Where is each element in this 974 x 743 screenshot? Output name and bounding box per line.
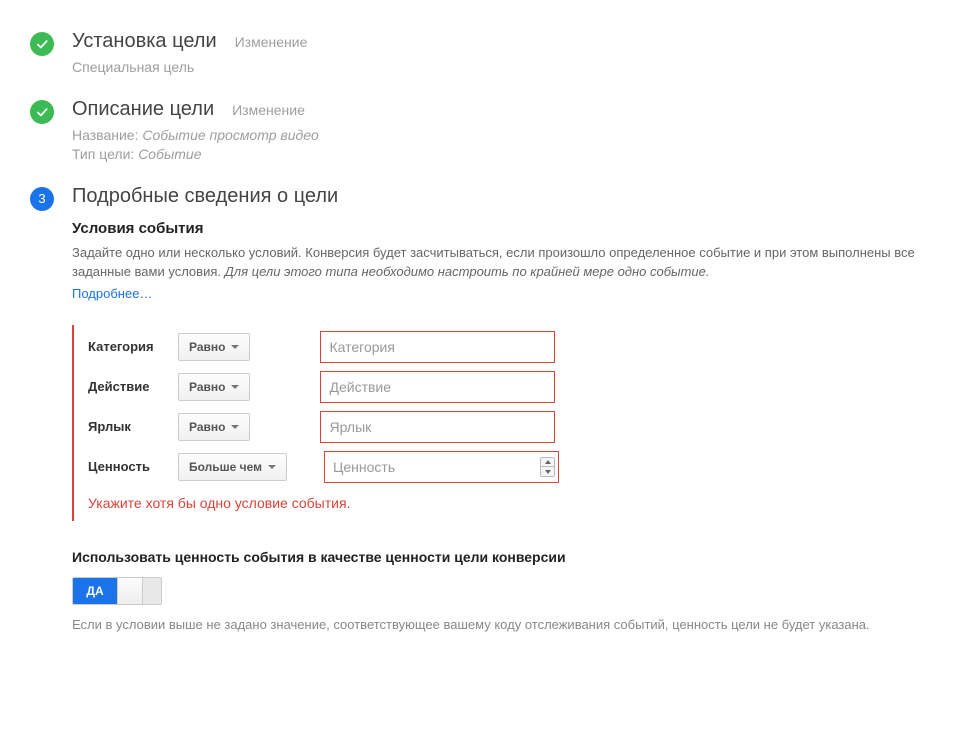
value-section-heading: Использовать ценность события в качестве…: [72, 549, 944, 565]
name-label: Название:: [72, 127, 138, 143]
step-setup-content: Установка цели Изменение Специальная цел…: [72, 30, 944, 78]
condition-row-action: Действие Равно: [88, 371, 944, 403]
name-value: Событие просмотр видео: [142, 127, 318, 143]
action-input[interactable]: [320, 371, 555, 403]
condition-row-tag: Ярлык Равно: [88, 411, 944, 443]
step-header: Описание цели Изменение: [72, 98, 944, 121]
operator-dropdown[interactable]: Больше чем: [178, 453, 287, 481]
dropdown-value: Равно: [189, 420, 225, 434]
step-title: Описание цели: [72, 98, 214, 121]
step-details: 3 Подробные сведения о цели Условия собы…: [30, 185, 944, 635]
spinner-up[interactable]: [541, 458, 554, 468]
step-indicator-done: [30, 100, 54, 124]
toggle-on-label: ДА: [73, 578, 117, 604]
step-subtitle: Специальная цель: [72, 58, 944, 78]
conditions-description: Задайте одно или несколько условий. Конв…: [72, 243, 944, 282]
step-indicator-done: [30, 32, 54, 56]
step-number: 3: [38, 191, 45, 206]
category-input[interactable]: [320, 331, 555, 363]
dropdown-value: Больше чем: [189, 460, 262, 474]
step-title: Подробные сведения о цели: [72, 185, 338, 208]
checkmark-icon: [35, 105, 49, 119]
conditions-heading: Условия события: [72, 220, 944, 237]
chevron-down-icon: [545, 470, 551, 474]
type-value: Событие: [138, 146, 201, 162]
chevron-down-icon: [268, 465, 276, 469]
error-message: Укажите хотя бы одно условие события.: [88, 495, 944, 511]
checkmark-icon: [35, 37, 49, 51]
chevron-down-icon: [231, 385, 239, 389]
condition-row-value: Ценность Больше чем: [88, 451, 944, 483]
chevron-down-icon: [231, 345, 239, 349]
dropdown-value: Равно: [189, 340, 225, 354]
condition-label: Категория: [88, 339, 178, 354]
step-setup: Установка цели Изменение Специальная цел…: [30, 30, 944, 78]
conditions-block: Категория Равно Действие Равно Ярлык Ра: [72, 325, 944, 521]
toggle-knob: [117, 578, 143, 604]
use-value-toggle[interactable]: ДА: [72, 577, 162, 605]
toggle-off: [143, 578, 161, 604]
chevron-down-icon: [231, 425, 239, 429]
desc-italic: Для цели этого типа необходимо настроить…: [225, 264, 710, 279]
step-description: Описание цели Изменение Название: Событи…: [30, 98, 944, 165]
condition-label: Ярлык: [88, 419, 178, 434]
condition-label: Действие: [88, 379, 178, 394]
operator-dropdown[interactable]: Равно: [178, 333, 250, 361]
learn-more-link[interactable]: Подробнее…: [72, 286, 152, 301]
step-indicator-active: 3: [30, 187, 54, 211]
condition-row-category: Категория Равно: [88, 331, 944, 363]
step-header: Подробные сведения о цели: [72, 185, 944, 208]
operator-dropdown[interactable]: Равно: [178, 373, 250, 401]
value-input-wrap: [287, 451, 559, 483]
tag-input[interactable]: [320, 411, 555, 443]
step-title: Установка цели: [72, 30, 217, 53]
chevron-up-icon: [545, 460, 551, 464]
spinner-down[interactable]: [541, 467, 554, 476]
value-hint: Если в условии выше не задано значение, …: [72, 615, 944, 635]
dropdown-value: Равно: [189, 380, 225, 394]
step-description-content: Описание цели Изменение Название: Событи…: [72, 98, 944, 165]
edit-link[interactable]: Изменение: [232, 102, 305, 118]
step-subtitle: Название: Событие просмотр видео Тип цел…: [72, 126, 944, 165]
step-details-content: Подробные сведения о цели Условия событи…: [72, 185, 944, 635]
operator-dropdown[interactable]: Равно: [178, 413, 250, 441]
condition-label: Ценность: [88, 459, 178, 474]
value-input[interactable]: [324, 451, 559, 483]
type-label: Тип цели:: [72, 146, 134, 162]
edit-link[interactable]: Изменение: [235, 34, 308, 50]
step-header: Установка цели Изменение: [72, 30, 944, 53]
number-spinner[interactable]: [540, 457, 555, 477]
